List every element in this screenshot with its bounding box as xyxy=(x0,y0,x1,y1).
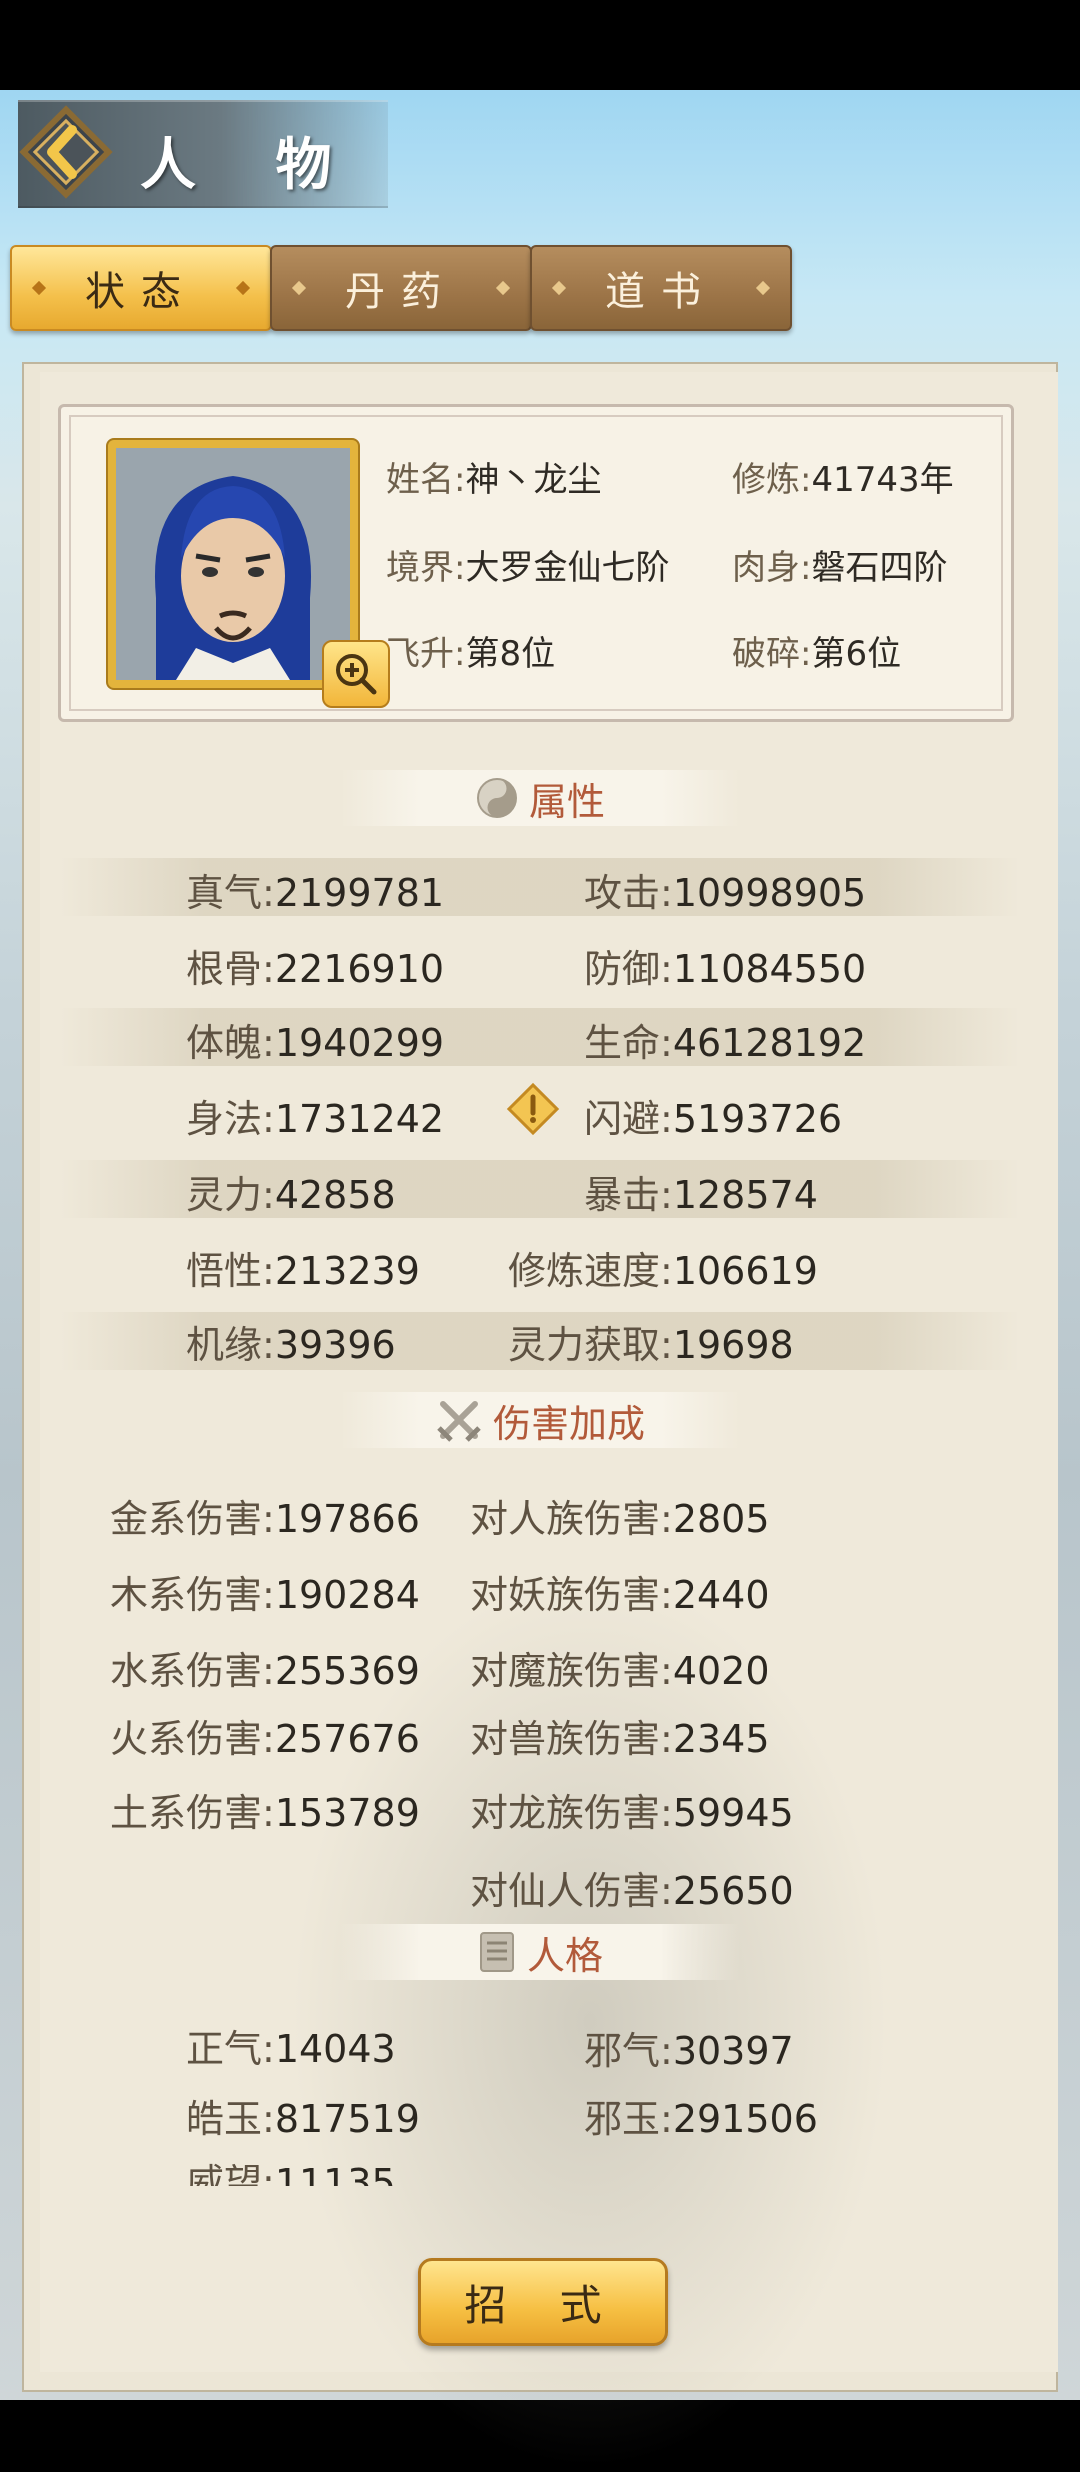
damage-right: 对龙族伤害:59945 xyxy=(470,1791,794,1835)
attr-left: 悟性:213239 xyxy=(186,1249,420,1293)
section-title: 属性 xyxy=(528,779,605,824)
tab-ornament xyxy=(291,280,307,296)
tab-status[interactable]: 状态 xyxy=(10,245,272,331)
tab-ornament xyxy=(495,280,511,296)
crossed-swords-icon xyxy=(437,1401,481,1442)
personality-right: 邪玉:291506 xyxy=(584,2097,818,2141)
profile-name: 姓名:神丶龙尘 xyxy=(386,460,602,500)
damage-right: 对人族伤害:2805 xyxy=(470,1497,770,1541)
section-header-attributes: 属性 xyxy=(340,770,740,826)
attr-right: 攻击:10998905 xyxy=(584,871,867,915)
skills-button[interactable]: 招 式 xyxy=(418,2258,668,2346)
personality-partial-row: 威望:11135 xyxy=(186,2152,396,2186)
tab-ornament xyxy=(235,280,251,296)
zoom-in-icon xyxy=(336,654,377,695)
attr-left: 灵力:42858 xyxy=(186,1173,396,1217)
section-title: 人格 xyxy=(526,1933,603,1978)
back-button[interactable] xyxy=(14,100,118,204)
damage-right: 对妖族伤害:2440 xyxy=(470,1573,770,1617)
tab-label: 道书 xyxy=(605,269,717,315)
scroll-icon xyxy=(479,1932,514,1972)
section-title: 伤害加成 xyxy=(492,1401,645,1446)
profile-ascend: 飞升:第8位 xyxy=(386,634,556,674)
damage-left: 火系伤害:257676 xyxy=(110,1717,420,1761)
attr-right: 修炼速度:106619 xyxy=(508,1249,818,1293)
attr-left: 真气:2199781 xyxy=(186,871,445,915)
damage-right: 对魔族伤害:4020 xyxy=(470,1649,770,1693)
attr-right: 闪避:5193726 xyxy=(584,1097,843,1141)
personality-left: 正气:14043 xyxy=(186,2027,396,2071)
damage-right: 对仙人伤害:25650 xyxy=(470,1869,794,1913)
attr-left: 机缘:39396 xyxy=(186,1323,396,1367)
profile-cultivation: 修炼:41743年 xyxy=(732,460,954,500)
status-bar xyxy=(0,0,1080,90)
profile-body: 肉身:磐石四阶 xyxy=(732,548,948,588)
damage-left: 金系伤害:197866 xyxy=(110,1497,420,1541)
yin-yang-icon xyxy=(476,778,517,818)
section-header-damage: 伤害加成 xyxy=(340,1392,740,1448)
avatar[interactable] xyxy=(108,440,358,688)
tab-ornament xyxy=(755,280,771,296)
page-title: 人 物 xyxy=(140,132,362,198)
profile-realm: 境界:大罗金仙七阶 xyxy=(386,548,670,588)
tab-label: 状态 xyxy=(85,269,197,315)
tab-pills[interactable]: 丹药 xyxy=(270,245,532,331)
attr-left: 根骨:2216910 xyxy=(186,947,445,991)
tab-books[interactable]: 道书 xyxy=(530,245,792,331)
personality-right: 邪气:30397 xyxy=(584,2029,794,2073)
attr-left: 身法:1731242 xyxy=(186,1097,445,1141)
attr-right: 暴击:128574 xyxy=(584,1173,818,1217)
back-arrow-icon xyxy=(19,105,113,199)
tab-ornament xyxy=(551,280,567,296)
character-portrait xyxy=(116,448,350,680)
attr-right: 生命:46128192 xyxy=(584,1021,867,1065)
attr-left: 体魄:1940299 xyxy=(186,1021,445,1065)
profile-shatter: 破碎:第6位 xyxy=(732,634,902,674)
attr-right: 灵力获取:19698 xyxy=(508,1323,794,1367)
damage-left: 土系伤害:153789 xyxy=(110,1791,420,1835)
zoom-button[interactable] xyxy=(322,640,390,708)
attr-right: 防御:11084550 xyxy=(584,947,867,991)
damage-right: 对兽族伤害:2345 xyxy=(470,1717,770,1761)
warning-icon[interactable] xyxy=(504,1080,562,1138)
tab-label: 丹药 xyxy=(345,269,457,315)
personality-left: 威望:11135 xyxy=(186,2161,396,2186)
damage-left: 水系伤害:255369 xyxy=(110,1649,420,1693)
damage-left: 木系伤害:190284 xyxy=(110,1573,420,1617)
personality-left: 皓玉:817519 xyxy=(186,2097,420,2141)
section-header-personality: 人格 xyxy=(340,1924,740,1980)
tab-ornament xyxy=(31,280,47,296)
